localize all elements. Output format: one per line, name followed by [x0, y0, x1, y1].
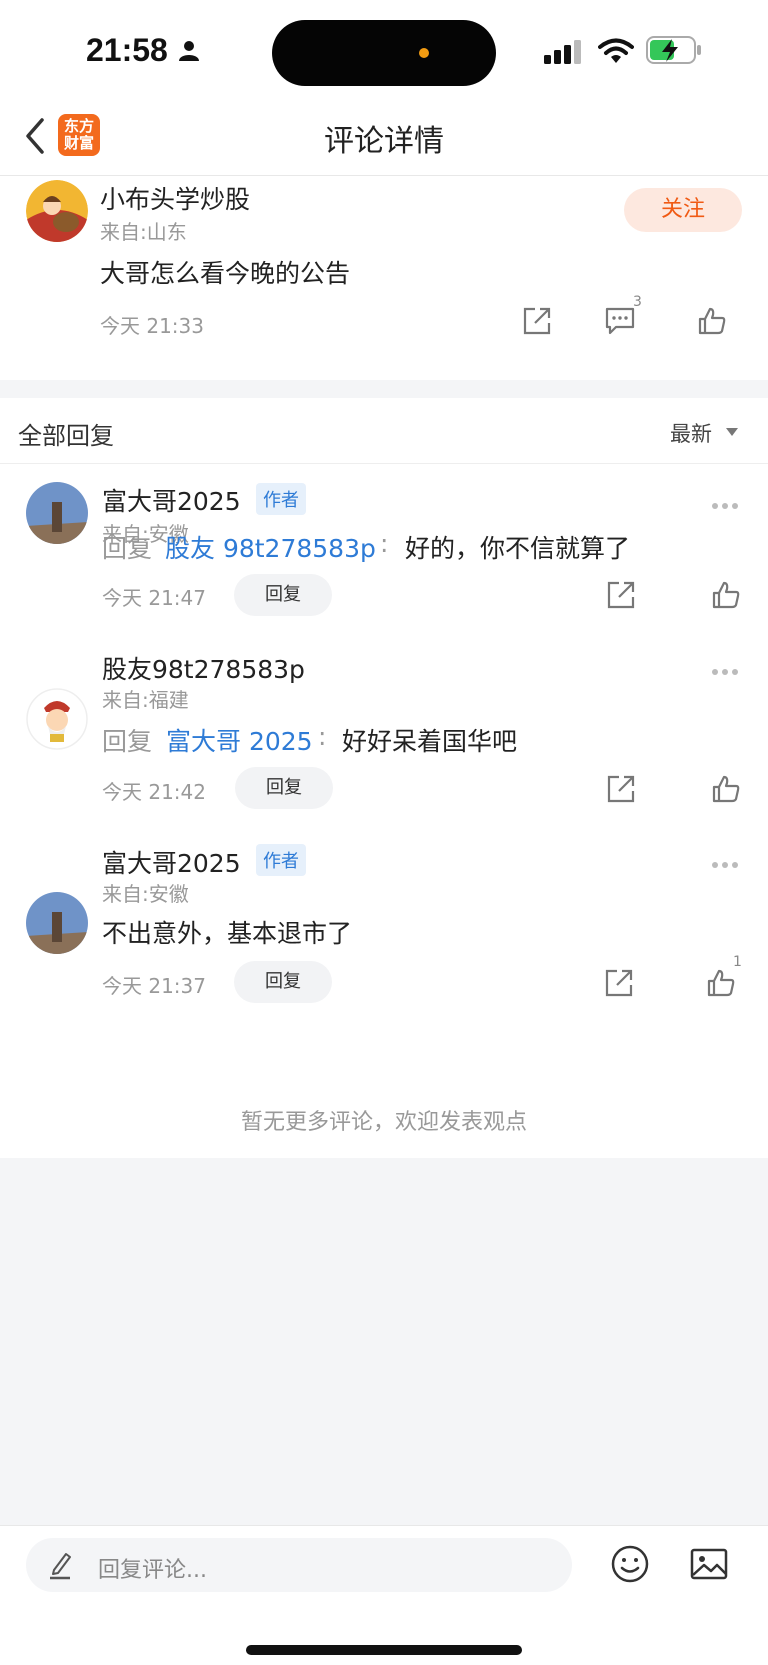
reply-colon: : — [318, 722, 327, 751]
replies-header: 全部回复 最新 — [0, 398, 768, 464]
emoji-icon[interactable] — [610, 1544, 650, 1584]
share-icon[interactable] — [604, 968, 634, 998]
status-time: 21:58 — [86, 32, 168, 68]
nav-bar: 东方 财富 评论详情 — [0, 100, 768, 176]
home-indicator[interactable] — [246, 1645, 522, 1655]
reply-input-placeholder: 回复评论... — [98, 1558, 207, 1583]
pen-icon — [50, 1553, 71, 1580]
like-icon[interactable] — [711, 774, 741, 804]
reply-timestamp: 今天 21:42 — [102, 780, 206, 804]
comment-username[interactable]: 小布头学炒股 — [100, 180, 250, 216]
reply-text: 不出意外，基本退市了 — [102, 919, 353, 948]
like-count: 1 — [733, 954, 742, 970]
reply-location: 来自:安徽 — [102, 882, 189, 906]
fortune-god-avatar-icon — [26, 688, 88, 750]
comment-icon[interactable] — [604, 306, 636, 336]
reply-location: 来自:福建 — [102, 688, 189, 712]
cartoon-avatar-icon — [26, 180, 88, 242]
reply-timestamp: 今天 21:47 — [102, 586, 206, 610]
landscape-avatar-icon — [26, 482, 88, 544]
reply-button[interactable]: 回复 — [234, 574, 332, 616]
more-options-icon[interactable] — [712, 494, 742, 509]
dropdown-triangle-icon[interactable] — [726, 428, 738, 436]
replies-title: 全部回复 — [18, 422, 114, 450]
main-comment: 小布头学炒股 来自:山东 关注 大哥怎么看今晚的公告 今天 21:33 3 — [0, 176, 768, 380]
like-icon[interactable] — [697, 306, 727, 336]
reply-button[interactable]: 回复 — [235, 767, 333, 809]
cellular-signal-icon — [544, 40, 581, 64]
avatar[interactable] — [26, 892, 88, 954]
battery-charging-icon — [646, 36, 701, 64]
bottom-bar: 回复评论... — [0, 1525, 768, 1665]
dynamic-island — [272, 20, 496, 86]
landscape-avatar-icon — [26, 892, 88, 954]
comment-timestamp: 今天 21:33 — [100, 314, 204, 338]
person-icon — [179, 41, 199, 61]
recording-indicator — [419, 48, 429, 58]
author-badge: 作者 — [256, 844, 306, 876]
share-icon[interactable] — [606, 774, 636, 804]
like-icon[interactable] — [711, 580, 741, 610]
reply-colon: : — [380, 529, 389, 558]
image-picker-icon[interactable] — [690, 1548, 728, 1580]
replies-section: 全部回复 最新 富大哥2025 作者 来自:安徽 回复 股友 98t278583… — [0, 398, 768, 1158]
follow-button[interactable]: 关注 — [624, 188, 742, 232]
reply-username[interactable]: 富大哥2025 — [102, 482, 241, 518]
comment-location: 来自:山东 — [100, 220, 187, 244]
reply-text: 好的，你不信就算了 — [405, 534, 631, 563]
no-more-comments: 暂无更多评论，欢迎发表观点 — [240, 1110, 527, 1135]
reply-target-link[interactable]: 富大哥 2025 — [166, 722, 313, 758]
reply-input[interactable]: 回复评论... — [26, 1538, 572, 1592]
reply-prefix: 回复 — [102, 534, 153, 563]
wifi-icon — [598, 38, 634, 63]
like-icon[interactable] — [706, 968, 736, 998]
reply-timestamp: 今天 21:37 — [102, 974, 206, 998]
comment-text: 大哥怎么看今晚的公告 — [100, 259, 351, 288]
reply-prefix: 回复 — [102, 727, 153, 756]
avatar[interactable] — [26, 482, 88, 544]
avatar[interactable] — [26, 180, 88, 242]
reply-text: 好好呆着国华吧 — [342, 727, 518, 756]
author-badge: 作者 — [256, 483, 306, 515]
sort-dropdown[interactable]: 最新 — [670, 418, 712, 448]
reply-target-link[interactable]: 股友 98t278583p — [165, 529, 376, 565]
more-options-icon[interactable] — [712, 660, 742, 675]
reply-username[interactable]: 股友98t278583p — [102, 650, 305, 686]
reply-username[interactable]: 富大哥2025 — [102, 844, 241, 880]
avatar[interactable] — [26, 688, 88, 750]
reply-count: 3 — [633, 294, 642, 310]
share-icon[interactable] — [522, 306, 552, 336]
status-bar: 21:58 — [0, 0, 768, 100]
page-title: 评论详情 — [324, 124, 444, 159]
share-icon[interactable] — [606, 580, 636, 610]
more-options-icon[interactable] — [712, 853, 742, 868]
reply-button[interactable]: 回复 — [234, 961, 332, 1003]
